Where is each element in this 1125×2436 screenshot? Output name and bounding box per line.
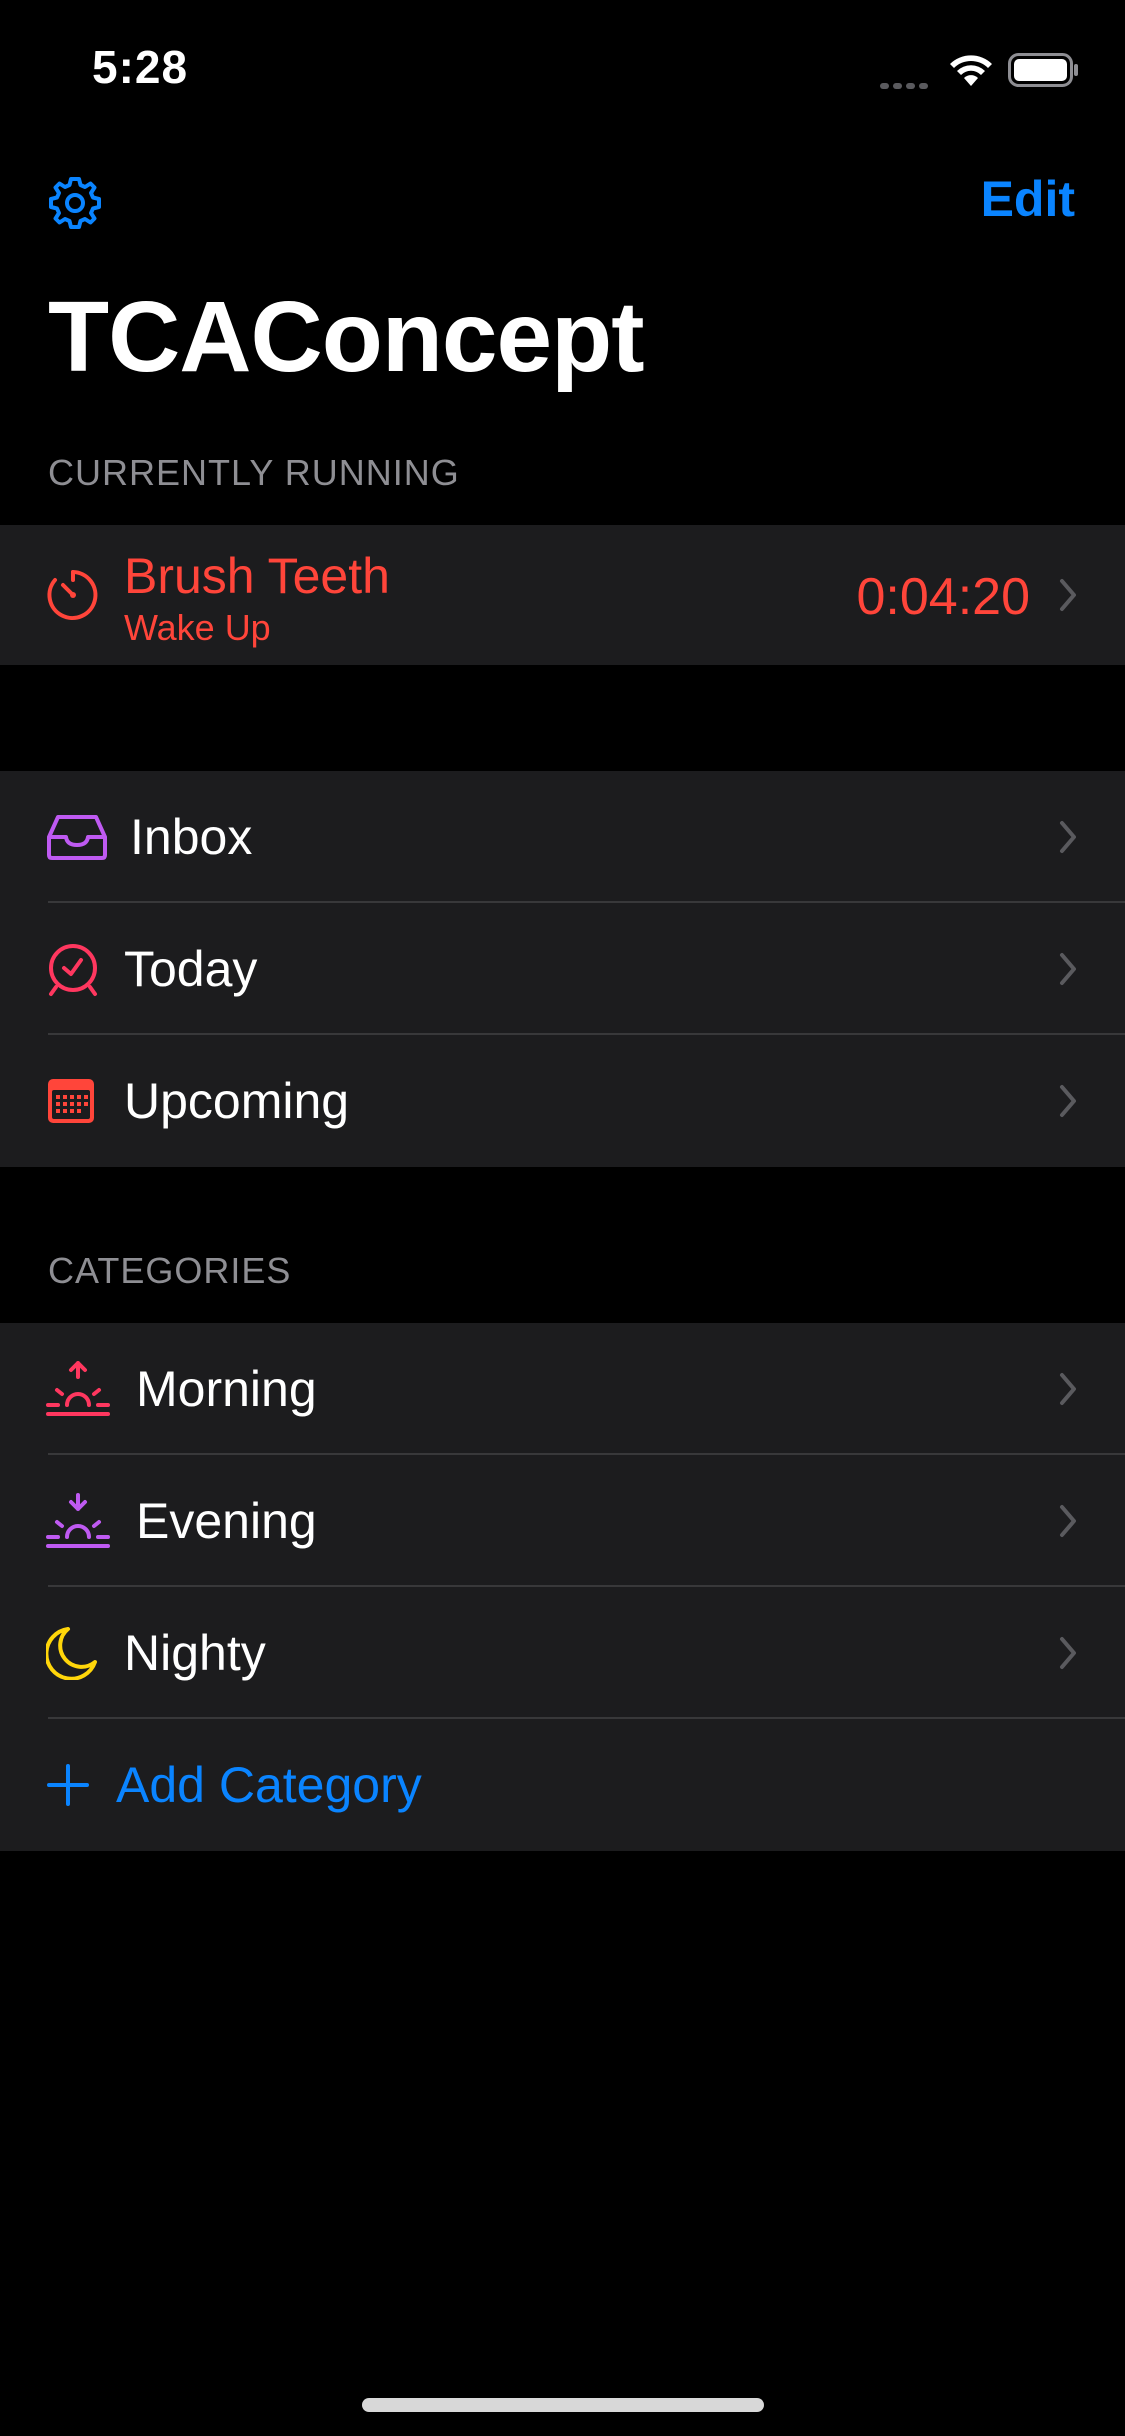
list-item-label: Today <box>124 941 258 997</box>
sunrise-icon <box>46 1361 110 1417</box>
alarm-clock-icon <box>46 941 100 997</box>
category-item-nighty[interactable]: Nighty <box>0 1587 1125 1719</box>
timer-icon <box>46 568 100 622</box>
list-item-label: Upcoming <box>124 1073 350 1129</box>
list-item-upcoming[interactable]: Upcoming <box>0 1035 1125 1167</box>
cellular-signal-icon <box>880 76 934 89</box>
wifi-icon <box>950 55 992 86</box>
chevron-right-icon <box>1060 1085 1076 1117</box>
running-task-row[interactable]: Brush Teeth Wake Up 0:04:20 <box>0 525 1125 665</box>
inbox-icon <box>46 813 108 861</box>
chevron-right-icon <box>1060 953 1076 985</box>
chevron-right-icon <box>1060 1637 1076 1669</box>
home-indicator[interactable] <box>362 2398 764 2412</box>
chevron-right-icon <box>1060 821 1076 853</box>
add-category-button[interactable]: Add Category <box>0 1719 1125 1851</box>
running-task-title: Brush Teeth <box>124 548 390 604</box>
list-item-inbox[interactable]: Inbox <box>0 771 1125 903</box>
categories-section: Morning Evening Nighty Add Category <box>0 1323 1125 1851</box>
plus-icon <box>46 1763 90 1807</box>
category-item-label: Morning <box>136 1361 317 1417</box>
edit-button[interactable]: Edit <box>981 170 1075 228</box>
add-category-label: Add Category <box>116 1757 422 1813</box>
running-task-category: Wake Up <box>124 607 271 648</box>
gear-icon[interactable] <box>46 174 104 232</box>
moon-icon <box>46 1626 98 1680</box>
navigation-bar: Edit <box>0 160 1125 240</box>
page-title: TCAConcept <box>48 281 645 393</box>
category-item-evening[interactable]: Evening <box>0 1455 1125 1587</box>
chevron-right-icon <box>1060 579 1076 611</box>
category-item-morning[interactable]: Morning <box>0 1323 1125 1455</box>
chevron-right-icon <box>1060 1373 1076 1405</box>
status-time: 5:28 <box>92 41 189 93</box>
status-bar: 5:28 <box>0 0 1125 140</box>
list-item-today[interactable]: Today <box>0 903 1125 1035</box>
chevron-right-icon <box>1060 1505 1076 1537</box>
calendar-icon <box>46 1077 96 1125</box>
battery-icon <box>1008 53 1078 87</box>
sunset-icon <box>46 1493 110 1549</box>
category-item-label: Evening <box>136 1493 317 1549</box>
list-item-label: Inbox <box>130 809 253 865</box>
categories-header: CATEGORIES <box>48 1250 292 1291</box>
category-item-label: Nighty <box>124 1625 266 1681</box>
currently-running-header: CURRENTLY RUNNING <box>48 452 460 493</box>
smart-lists-section: Inbox Today Upcoming <box>0 771 1125 1167</box>
currently-running-section: Brush Teeth Wake Up 0:04:20 <box>0 525 1125 665</box>
running-elapsed-time: 0:04:20 <box>856 568 1031 626</box>
